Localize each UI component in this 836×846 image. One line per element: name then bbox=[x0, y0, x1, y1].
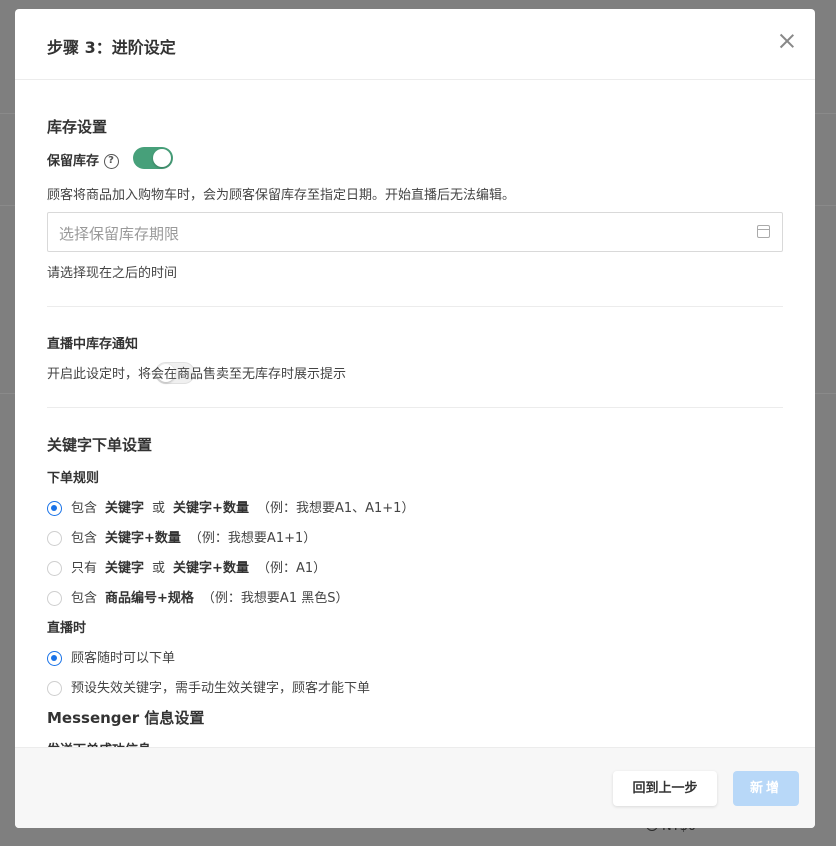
rule-prefix: 包含 bbox=[71, 501, 98, 516]
order-rule-option[interactable]: 包含 商品编号+规格 （例：我想要A1 黑色S） bbox=[47, 587, 348, 606]
rule-keyword: 关键字+数量 bbox=[105, 531, 181, 546]
radio-button[interactable] bbox=[47, 681, 62, 696]
live-option-label: 预设失效关键字，需手动生效关键字，顾客才能下单 bbox=[71, 681, 371, 696]
rule-keyword: 关键字+数量 bbox=[173, 501, 249, 516]
question-circle-icon[interactable]: ? bbox=[103, 154, 119, 169]
rule-example: （例：A1） bbox=[256, 561, 327, 576]
close-icon[interactable] bbox=[779, 33, 795, 49]
calendar-icon[interactable] bbox=[757, 225, 770, 238]
rule-keyword: 商品编号+规格 bbox=[105, 591, 194, 606]
rule-keyword: 关键字 bbox=[105, 501, 145, 516]
stock-notify-label: 直播中库存通知 bbox=[47, 337, 139, 352]
rule-prefix: 只有 bbox=[71, 561, 98, 576]
order-rule-option[interactable]: 包含 关键字或关键字+数量 （例：我想要A1、A1+1） bbox=[47, 497, 414, 516]
order-rules-label: 下单规则 bbox=[47, 471, 100, 486]
messenger-section-title: Messenger 信息设置 bbox=[47, 709, 205, 727]
radio-button[interactable] bbox=[47, 501, 62, 516]
inventory-section-title: 库存设置 bbox=[47, 118, 108, 136]
rule-example: （例：我想要A1+1） bbox=[188, 531, 317, 546]
toggle-knob bbox=[153, 149, 171, 167]
live-option[interactable]: 预设失效关键字，需手动生效关键字，顾客才能下单 bbox=[47, 677, 370, 696]
rule-prefix: 包含 bbox=[71, 531, 98, 546]
reserve-date-picker[interactable]: 选择保留库存期限 bbox=[47, 212, 783, 252]
rule-example: （例：我想要A1、A1+1） bbox=[256, 501, 415, 516]
reserve-stock-label: 保留库存 ? bbox=[47, 150, 119, 169]
rule-example: （例：我想要A1 黑色S） bbox=[201, 591, 349, 606]
radio-button[interactable] bbox=[47, 561, 62, 576]
reserve-stock-toggle[interactable] bbox=[133, 147, 173, 169]
section-divider bbox=[47, 306, 783, 307]
keyword-section-title: 关键字下单设置 bbox=[47, 436, 153, 454]
rule-connector: 或 bbox=[152, 501, 166, 516]
back-button[interactable]: 回到上一步 bbox=[613, 771, 717, 806]
add-button[interactable]: 新增 bbox=[733, 771, 799, 806]
section-divider bbox=[47, 407, 783, 408]
radio-button[interactable] bbox=[47, 651, 62, 666]
rule-keyword: 关键字+数量 bbox=[173, 561, 249, 576]
order-rule-option[interactable]: 包含 关键字+数量 （例：我想要A1+1） bbox=[47, 527, 316, 546]
modal-title: 步骤 3：进阶设定 bbox=[47, 38, 176, 57]
advanced-settings-modal: 步骤 3：进阶设定 库存设置 保留库存 ? 顾客将商品加入购物车时，会为顾客保留… bbox=[15, 9, 815, 828]
modal-body[interactable]: 库存设置 保留库存 ? 顾客将商品加入购物车时，会为顾客保留库存至指定日期。开始… bbox=[15, 80, 815, 747]
messenger-sub-label: 发送下单成功信息 bbox=[47, 739, 151, 747]
rule-connector: 或 bbox=[152, 561, 166, 576]
rule-prefix: 包含 bbox=[71, 591, 98, 606]
live-option-label: 顾客随时可以下单 bbox=[71, 651, 176, 666]
date-picker-placeholder: 选择保留库存期限 bbox=[59, 225, 180, 243]
reserve-stock-description: 顾客将商品加入购物车时，会为顾客保留库存至指定日期。开始直播后无法编辑。 bbox=[47, 188, 516, 203]
radio-button[interactable] bbox=[47, 591, 62, 606]
modal-footer: 回到上一步 新增 bbox=[15, 747, 815, 828]
live-option[interactable]: 顾客随时可以下单 bbox=[47, 647, 175, 666]
date-hint: 请选择现在之后的时间 bbox=[47, 266, 178, 281]
modal-header: 步骤 3：进阶设定 bbox=[15, 9, 815, 80]
radio-button[interactable] bbox=[47, 531, 62, 546]
live-label: 直播时 bbox=[47, 621, 87, 636]
stock-notify-description: 开启此设定时，将会在商品售卖至无库存时展示提示 bbox=[47, 367, 347, 382]
order-rule-option[interactable]: 只有 关键字或关键字+数量 （例：A1） bbox=[47, 557, 326, 576]
rule-keyword: 关键字 bbox=[105, 561, 145, 576]
